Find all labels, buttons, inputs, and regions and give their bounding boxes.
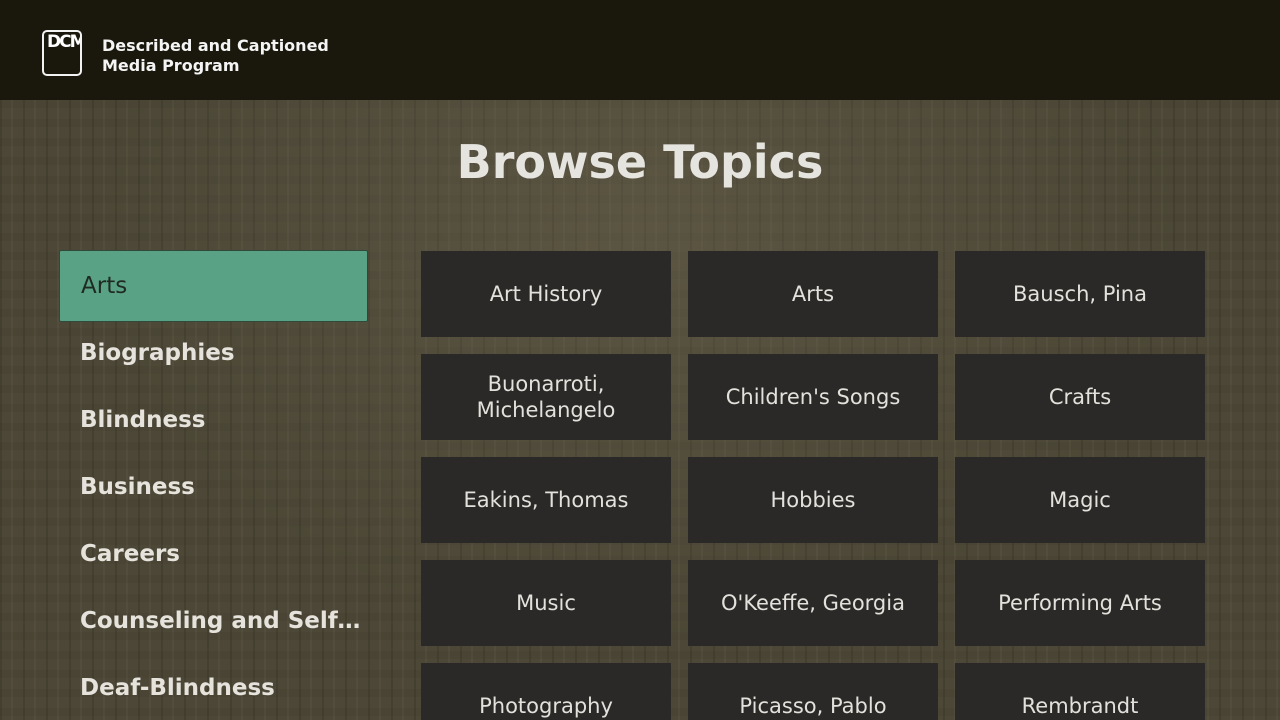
sidebar-item-careers[interactable]: Careers (59, 518, 368, 590)
topic-tile-childrens-songs[interactable]: Children's Songs (688, 354, 938, 440)
topic-tile-music[interactable]: Music (421, 560, 671, 646)
sidebar-item-deaf-blindness[interactable]: Deaf-Blindness (59, 652, 368, 720)
topic-tile-okeeffe-georgia[interactable]: O'Keeffe, Georgia (688, 560, 938, 646)
browse-stage: Browse Topics Arts Biographies Blindness… (0, 100, 1280, 720)
topic-tile-art-history[interactable]: Art History (421, 251, 671, 337)
topic-tile-photography[interactable]: Photography (421, 663, 671, 720)
page-title: Browse Topics (456, 135, 824, 189)
topic-tile-magic[interactable]: Magic (955, 457, 1205, 543)
category-sidebar: Arts Biographies Blindness Business Care… (59, 250, 368, 719)
sidebar-item-business[interactable]: Business (59, 451, 368, 523)
top-bar: DCMP Described and Captioned Media Progr… (0, 0, 1280, 100)
topic-tile-arts[interactable]: Arts (688, 251, 938, 337)
topic-tile-picasso-pablo[interactable]: Picasso, Pablo (688, 663, 938, 720)
logo-letters: DCMP (47, 32, 80, 52)
topic-tile-performing-arts[interactable]: Performing Arts (955, 560, 1205, 646)
topic-grid: Art History Arts Bausch, Pina Buonarroti… (421, 251, 1205, 720)
topic-tile-crafts[interactable]: Crafts (955, 354, 1205, 440)
sidebar-item-biographies[interactable]: Biographies (59, 317, 368, 389)
topic-tile-eakins-thomas[interactable]: Eakins, Thomas (421, 457, 671, 543)
brand-name: Described and Captioned Media Program (102, 36, 362, 76)
brand-line-2: Media Program (102, 56, 240, 75)
sidebar-item-arts[interactable]: Arts (59, 250, 368, 322)
topic-tile-bausch-pina[interactable]: Bausch, Pina (955, 251, 1205, 337)
topic-tile-rembrandt[interactable]: Rembrandt (955, 663, 1205, 720)
topic-tile-hobbies[interactable]: Hobbies (688, 457, 938, 543)
topic-tile-buonarroti-michelangelo[interactable]: Buonarroti, Michelangelo (421, 354, 671, 440)
brand-line-1: Described and Captioned (102, 36, 329, 55)
dcmp-logo[interactable]: DCMP (42, 30, 82, 76)
sidebar-item-blindness[interactable]: Blindness (59, 384, 368, 456)
sidebar-item-counseling[interactable]: Counseling and Self-... (59, 585, 368, 657)
